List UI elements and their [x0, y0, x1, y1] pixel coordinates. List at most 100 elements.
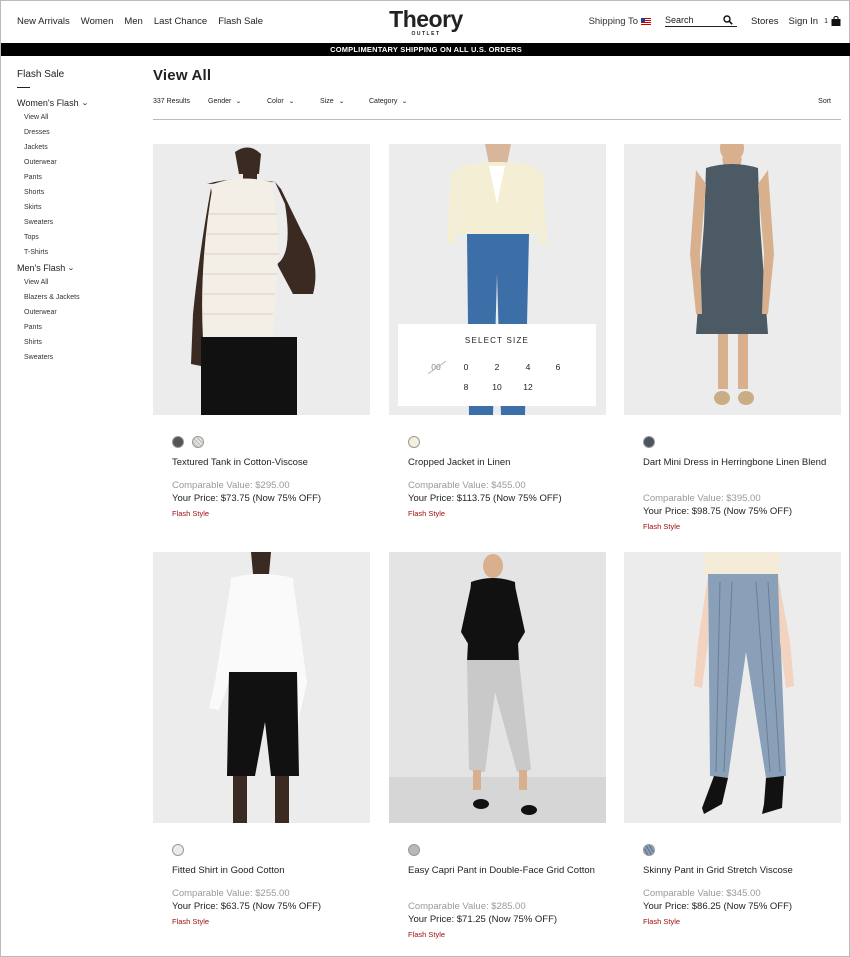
select-size-title: SELECT SIZE [464, 336, 530, 345]
shopping-bag-icon[interactable] [831, 16, 841, 26]
sidebar-item[interactable]: Shorts [17, 185, 137, 200]
product-image[interactable] [389, 552, 606, 823]
sort-button[interactable]: Sort [818, 98, 831, 105]
utility-nav: Shipping To Stores Sign In 1 [589, 15, 841, 27]
color-swatch[interactable] [643, 436, 655, 448]
sidebar-item[interactable]: Pants [17, 320, 137, 335]
size-option[interactable]: 6 [548, 362, 568, 372]
product-image[interactable] [624, 552, 841, 823]
nav-men[interactable]: Men [124, 16, 142, 27]
comparable-value: Comparable Value: $295.00 [172, 480, 290, 491]
filter-size[interactable]: Size ⌄ [320, 98, 344, 105]
color-swatch[interactable] [408, 436, 420, 448]
product-name[interactable]: Fitted Shirt in Good Cotton [172, 864, 362, 877]
sidebar-item[interactable]: Outerwear [17, 155, 137, 170]
sidebar-item[interactable]: Shirts [17, 335, 137, 350]
size-option[interactable]: 10 [487, 382, 507, 392]
shipping-selector[interactable]: Shipping To [589, 16, 652, 27]
product-image[interactable] [153, 552, 370, 823]
sidebar-item[interactable]: Outerwear [17, 305, 137, 320]
flash-style-badge: Flash Style [408, 509, 446, 518]
filter-gender[interactable]: Gender ⌄ [208, 98, 243, 105]
select-size-panel: SELECT SIZE 00 0 2 4 6 8 10 12 [398, 324, 596, 406]
model-shirt-illustration [153, 552, 370, 823]
category-sidebar: Flash Sale Women's Flash ⌄ View All Dress… [17, 69, 137, 365]
sign-in-link[interactable]: Sign In [789, 16, 819, 27]
flash-style-badge: Flash Style [408, 930, 446, 939]
stores-link[interactable]: Stores [751, 16, 778, 27]
theory-outlet-logo[interactable]: Theory OUTLET [383, 7, 469, 37]
size-option[interactable]: 12 [518, 382, 538, 392]
comparable-value: Comparable Value: $285.00 [408, 901, 526, 912]
search-icon[interactable] [723, 15, 733, 25]
size-option[interactable]: 8 [456, 382, 476, 392]
color-swatch[interactable] [643, 844, 655, 856]
product-price: Your Price: $63.75 (Now 75% OFF) [172, 901, 322, 912]
color-swatch[interactable] [172, 436, 184, 448]
search-input[interactable] [665, 15, 724, 25]
size-option[interactable]: 2 [487, 362, 507, 372]
flash-style-badge: Flash Style [643, 522, 681, 531]
sidebar-group-mens[interactable]: Men's Flash ⌄ [17, 261, 137, 275]
chevron-down-icon: ⌄ [235, 99, 243, 105]
flash-style-badge: Flash Style [172, 917, 210, 926]
sidebar-item[interactable]: Jackets [17, 140, 137, 155]
filter-label: Gender [208, 98, 232, 105]
sidebar-item[interactable]: Sweaters [17, 350, 137, 365]
comparable-value: Comparable Value: $255.00 [172, 888, 290, 899]
sidebar-item[interactable]: Dresses [17, 125, 137, 140]
filter-color[interactable]: Color ⌄ [267, 98, 295, 105]
sidebar-item[interactable]: T-Shirts [17, 245, 137, 260]
sidebar-title: Flash Sale [17, 69, 65, 80]
model-skinny-pant-illustration [624, 552, 841, 823]
product-price: Your Price: $98.75 (Now 75% OFF) [643, 506, 793, 517]
filter-label: Size [320, 98, 334, 105]
sidebar-item[interactable]: Sweaters [17, 215, 137, 230]
size-option[interactable]: 0 [456, 362, 476, 372]
size-option[interactable]: 4 [518, 362, 538, 372]
sidebar-group-womens[interactable]: Women's Flash ⌄ [17, 96, 137, 110]
logo-wordmark: Theory [389, 6, 463, 32]
product-name[interactable]: Dart Mini Dress in Herringbone Linen Ble… [643, 456, 833, 469]
color-swatch[interactable] [192, 436, 204, 448]
sidebar-group-label: Women's Flash [17, 98, 79, 108]
sidebar-item[interactable]: Blazers & Jackets [17, 290, 137, 305]
filter-bar: 337 Results Gender ⌄ Color ⌄ Size ⌄ Categor… [153, 98, 841, 120]
product-name[interactable]: Textured Tank in Cotton-Viscose [172, 456, 362, 469]
swatch-group [643, 436, 655, 448]
nav-last-chance[interactable]: Last Chance [154, 16, 207, 27]
model-capri-illustration [389, 552, 606, 823]
product-image[interactable] [624, 144, 841, 415]
product-name[interactable]: Cropped Jacket in Linen [408, 456, 598, 469]
product-name[interactable]: Easy Capri Pant in Double-Face Grid Cott… [408, 864, 598, 877]
flash-style-badge: Flash Style [643, 917, 681, 926]
nav-women[interactable]: Women [81, 16, 114, 27]
chevron-down-icon: ⌄ [67, 265, 75, 272]
results-count: 337 Results [153, 98, 190, 105]
sidebar-item[interactable]: Pants [17, 170, 137, 185]
nav-new-arrivals[interactable]: New Arrivals [17, 16, 70, 27]
chevron-down-icon: ⌄ [80, 100, 89, 107]
size-option-unavailable[interactable]: 00 [426, 362, 446, 372]
product-image[interactable] [153, 144, 370, 415]
swatch-group [408, 844, 420, 856]
page-title: View All [153, 67, 212, 84]
sidebar-group-label: Men's Flash [17, 263, 66, 273]
product-image[interactable]: SELECT SIZE 00 0 2 4 6 8 10 12 [389, 144, 606, 415]
swatch-group [408, 436, 420, 448]
model-tank-illustration [153, 144, 370, 415]
filter-category[interactable]: Category ⌄ [369, 98, 408, 105]
chevron-down-icon: ⌄ [287, 99, 295, 105]
sidebar-item[interactable]: View All [17, 275, 137, 290]
color-swatch[interactable] [408, 844, 420, 856]
product-price: Your Price: $73.75 (Now 75% OFF) [172, 493, 322, 504]
nav-flash-sale[interactable]: Flash Sale [218, 16, 263, 27]
color-swatch[interactable] [172, 844, 184, 856]
sidebar-item[interactable]: View All [17, 110, 137, 125]
comparable-value: Comparable Value: $395.00 [643, 493, 761, 504]
product-name[interactable]: Skinny Pant in Grid Stretch Viscose [643, 864, 833, 877]
sidebar-item[interactable]: Tops [17, 230, 137, 245]
main-nav: New Arrivals Women Men Last Chance Flash… [17, 16, 263, 27]
swatch-group [172, 844, 184, 856]
sidebar-item[interactable]: Skirts [17, 200, 137, 215]
